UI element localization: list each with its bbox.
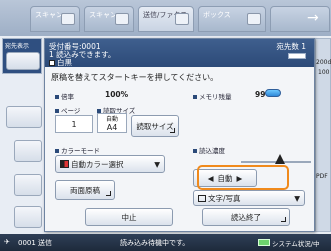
slider-marker-icon	[275, 154, 285, 164]
instruction-text: 原稿を替えてスタートキーを押してください。	[51, 73, 219, 82]
corner-icon	[106, 191, 111, 196]
tab-send-fax[interactable]: 送信/ファクス	[138, 6, 194, 32]
size-field: 自動 A4	[97, 113, 127, 133]
magnification-text: 100	[318, 69, 330, 76]
original-type-icon	[198, 194, 206, 202]
dropdown-icon: ▼	[294, 193, 300, 203]
duplex-button[interactable]: 両面原稿	[55, 180, 115, 200]
send-icon	[175, 13, 189, 25]
dropdown-icon: ▼	[154, 159, 160, 169]
read-size-button-label: 読取サイズ	[136, 121, 174, 131]
screen: スキャン スキャン 送信/ファクス ボックス → 宛先表示 200dpi 100…	[0, 0, 331, 251]
right-panel: 200dpi 100 PDF	[315, 38, 331, 232]
page-count-field: 1	[55, 115, 93, 133]
size-value: A4	[106, 123, 118, 132]
tab-label: ボックス	[203, 11, 231, 19]
status-message: 読み込み待機中です。	[120, 239, 190, 247]
system-monitor-icon	[258, 239, 270, 246]
memory-label: メモリ残量	[193, 91, 232, 101]
auto-label: 自動	[105, 116, 118, 123]
auto-color-select[interactable]: 自動カラー選択 ▼	[55, 155, 165, 173]
cancel-button[interactable]: 中止	[85, 208, 173, 226]
original-type-label: 文字/写真	[208, 193, 241, 203]
bg-button[interactable]	[6, 52, 40, 70]
resolution-text: 200dpi	[316, 59, 331, 66]
box-icon	[247, 13, 261, 25]
tab-label: スキャン	[35, 11, 63, 19]
arrow-right-icon: →	[307, 10, 319, 26]
corner-icon	[170, 128, 175, 133]
memory-gauge-icon	[265, 89, 281, 97]
destination-count: 宛先数 1	[276, 42, 306, 51]
corner-icon	[281, 217, 286, 222]
scanner-icon	[115, 13, 129, 25]
bg-button[interactable]	[6, 106, 42, 128]
bg-button[interactable]	[14, 174, 42, 196]
density-label: 読込濃度	[193, 145, 225, 155]
format-text: PDF	[316, 173, 328, 180]
bg-button[interactable]	[14, 140, 42, 162]
tab-label: スキャン	[89, 11, 117, 19]
side-label: 宛先表示	[5, 43, 30, 50]
tab-bar: スキャン スキャン 送信/ファクス ボックス →	[0, 0, 331, 36]
tab-next-arrow[interactable]: →	[270, 6, 330, 32]
tab-scan-2[interactable]: スキャン	[84, 6, 134, 32]
bg-button[interactable]	[14, 206, 42, 228]
finish-reading-label: 読込終了	[231, 212, 261, 222]
color-mode-label: カラーモード	[55, 145, 100, 155]
scan-dialog: 受付番号:0001 1 読込みできます。 白黒 宛先数 1 原稿を替えてスタート…	[44, 38, 315, 232]
job-status: 0001 送信	[18, 239, 53, 247]
finish-reading-button[interactable]: 読込終了	[202, 208, 290, 226]
read-size-button[interactable]: 読取サイズ	[131, 115, 179, 137]
magnification-label: 倍率	[55, 91, 74, 101]
mono-icon	[49, 60, 55, 66]
duplex-label: 両面原稿	[70, 185, 100, 195]
color-mode-icon	[60, 160, 69, 168]
finish-highlight-outline	[197, 165, 289, 190]
color-mode-short: 白黒	[57, 58, 72, 67]
scanner-icon	[61, 13, 75, 25]
progress-icon	[288, 53, 306, 59]
cancel-label: 中止	[121, 212, 137, 222]
original-type-select[interactable]: 文字/写真 ▼	[193, 190, 305, 206]
status-bar: ✈ 0001 送信 読み込み待機中です。 システム状況/中	[0, 234, 331, 251]
tab-scan-1[interactable]: スキャン	[30, 6, 80, 32]
system-monitor-button[interactable]: システム状況/中	[272, 238, 320, 248]
send-status-icon: ✈	[4, 238, 10, 246]
dialog-header: 受付番号:0001 1 読込みできます。 白黒 宛先数 1	[45, 39, 314, 67]
auto-color-label: 自動カラー選択	[71, 159, 124, 169]
tab-box[interactable]: ボックス	[198, 6, 266, 32]
pages-label: ページ	[55, 105, 80, 115]
magnification-value: 100%	[105, 90, 129, 99]
color-mode-status: 白黒	[49, 57, 72, 68]
